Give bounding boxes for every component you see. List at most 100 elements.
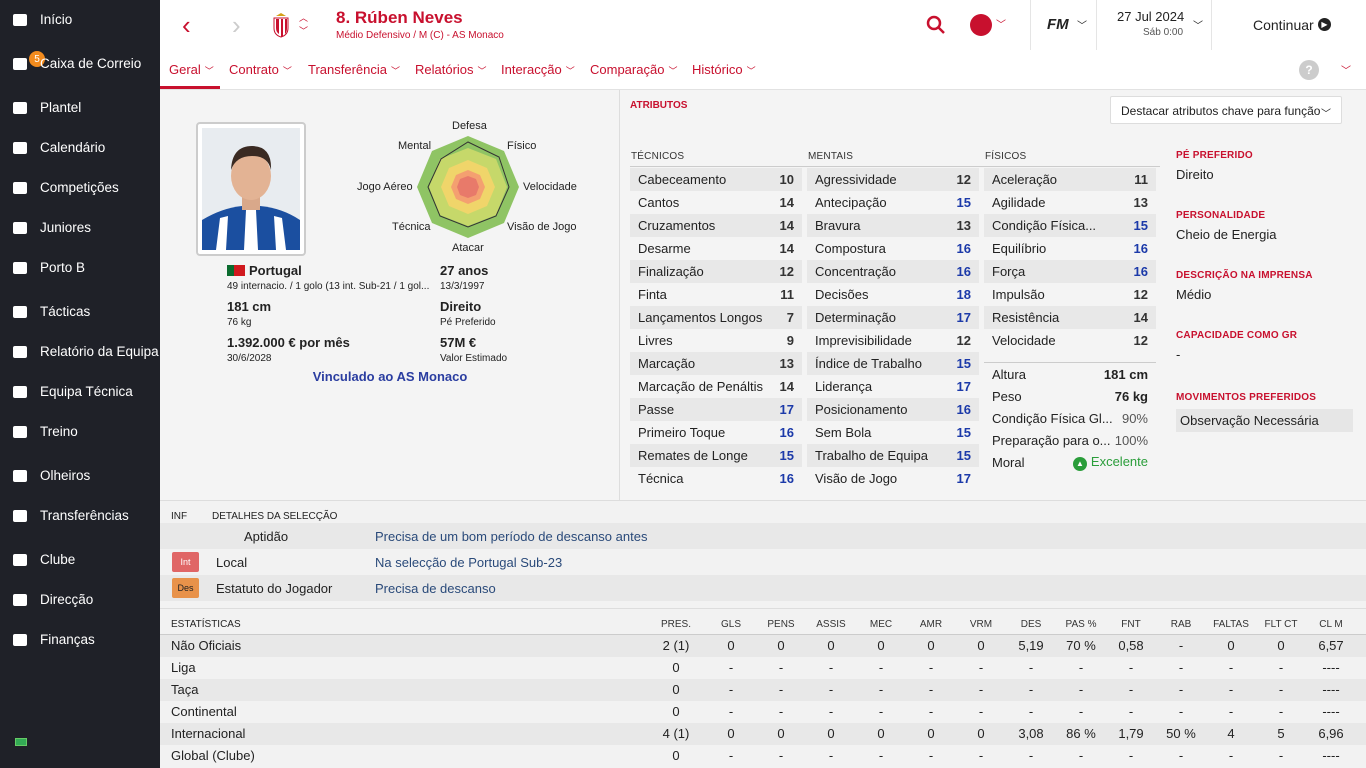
sidebar-item-0[interactable]: Início: [0, 4, 160, 34]
highlight-dropdown[interactable]: Destacar atributos chave para função ﹀: [1110, 96, 1342, 124]
moves-value[interactable]: Observação Necessária: [1176, 409, 1353, 432]
personality-value: Cheio de Energia: [1176, 227, 1277, 242]
sidebar-item-2[interactable]: Plantel: [0, 92, 160, 122]
attribute-row[interactable]: Primeiro Toque 16: [630, 421, 802, 444]
attribute-row[interactable]: Concentração 16: [807, 260, 979, 283]
sidebar-item-15[interactable]: Finanças: [0, 624, 160, 654]
attribute-row[interactable]: Sem Bola 15: [807, 421, 979, 444]
b-team-icon: [10, 259, 30, 277]
sidebar-item-14[interactable]: Direcção: [0, 584, 160, 614]
attribute-row[interactable]: Bravura 13: [807, 214, 979, 237]
sidebar-item-1[interactable]: 5 Caixa de Correio: [0, 48, 160, 78]
tab-2[interactable]: Transferência ﹀: [308, 62, 400, 77]
attribute-row[interactable]: Desarme 14: [630, 237, 802, 260]
tab-4[interactable]: Interacção ﹀: [501, 62, 575, 77]
attribute-row[interactable]: Índice de Trabalho 15: [807, 352, 979, 375]
attribute-row[interactable]: Velocidade 12: [984, 329, 1156, 352]
attribute-value: 16: [956, 264, 971, 279]
attribute-row[interactable]: Liderança 17: [807, 375, 979, 398]
stats-column-header[interactable]: GLS: [706, 619, 756, 630]
attribute-row[interactable]: Visão de Jogo 17: [807, 467, 979, 490]
attribute-row[interactable]: Marcação 13: [630, 352, 802, 375]
attribute-row[interactable]: Cruzamentos 14: [630, 214, 802, 237]
back-icon[interactable]: ‹: [182, 12, 191, 38]
tab-0[interactable]: Geral ﹀: [169, 62, 214, 77]
stats-column-header[interactable]: AMR: [906, 619, 956, 630]
sidebar-item-8[interactable]: Relatório da Equipa: [0, 336, 160, 366]
sidebar-item-9[interactable]: Equipa Técnica: [0, 376, 160, 406]
attribute-row[interactable]: Trabalho de Equipa 15: [807, 444, 979, 467]
club-crest-icon[interactable]: [273, 12, 289, 38]
stats-column-header[interactable]: MEC: [856, 619, 906, 630]
forward-icon[interactable]: ›: [232, 12, 241, 38]
attribute-row[interactable]: Remates de Longe 15: [630, 444, 802, 467]
attribute-row[interactable]: Resistência 14: [984, 306, 1156, 329]
tab-3[interactable]: Relatórios ﹀: [415, 62, 487, 77]
help-icon[interactable]: ?: [1299, 60, 1319, 80]
attribute-name: Aceleração: [992, 172, 1058, 187]
sidebar-item-5[interactable]: Juniores: [0, 212, 160, 242]
sidebar-item-label: Calendário: [40, 139, 106, 155]
attribute-row[interactable]: Passe 17: [630, 398, 802, 421]
attribute-row[interactable]: Finta 11: [630, 283, 802, 306]
globe-chevron-icon[interactable]: ﹀: [996, 16, 1006, 31]
globe-icon[interactable]: [970, 14, 992, 36]
attribute-row[interactable]: Posicionamento 16: [807, 398, 979, 421]
stats-column-header[interactable]: PRES.: [651, 619, 701, 630]
attribute-row[interactable]: Imprevisibilidade 12: [807, 329, 979, 352]
search-icon[interactable]: [926, 15, 946, 35]
tab-5[interactable]: Comparação ﹀: [590, 62, 677, 77]
attribute-row[interactable]: Equilíbrio 16: [984, 237, 1156, 260]
stats-column-header[interactable]: ASSIS: [806, 619, 856, 630]
player-title: 8. Rúben Neves: [336, 8, 463, 27]
player-switch-icon[interactable]: ︿ ﹀: [299, 12, 308, 38]
sidebar-item-10[interactable]: Treino: [0, 416, 160, 446]
sidebar-item-4[interactable]: Competições: [0, 172, 160, 202]
attribute-row[interactable]: Cantos 14: [630, 191, 802, 214]
sidebar-item-11[interactable]: Olheiros: [0, 460, 160, 490]
page-menu-chevron-icon[interactable]: ﹀: [1341, 62, 1351, 77]
tab-1[interactable]: Contrato ﹀: [229, 62, 292, 77]
attribute-row[interactable]: Agressividade 12: [807, 168, 979, 191]
attribute-row[interactable]: Força 16: [984, 260, 1156, 283]
continue-button[interactable]: Continuar ▶: [1212, 0, 1366, 50]
attribute-row[interactable]: Condição Física... 15: [984, 214, 1156, 237]
attribute-row[interactable]: Compostura 16: [807, 237, 979, 260]
attribute-row[interactable]: Aceleração 11: [984, 168, 1156, 191]
stats-row: Global (Clube) 0- - - - - - - - - - - - ----: [160, 745, 1366, 767]
attribute-row[interactable]: Lançamentos Longos 7: [630, 306, 802, 329]
fm-menu-button[interactable]: FM ﹀: [1030, 0, 1096, 50]
attribute-row[interactable]: Impulsão 12: [984, 283, 1156, 306]
stats-column-header[interactable]: VRM: [956, 619, 1006, 630]
attribute-row[interactable]: Determinação 17: [807, 306, 979, 329]
stats-cell: -: [1228, 748, 1234, 763]
attribute-row[interactable]: Antecipação 15: [807, 191, 979, 214]
keyboard-icon[interactable]: [15, 738, 27, 746]
tab-6[interactable]: Histórico ﹀: [692, 62, 756, 77]
date-display[interactable]: 27 Jul 2024 Sáb 0:00 ﹀: [1096, 0, 1212, 50]
club-link[interactable]: Vinculado ao AS Monaco: [160, 369, 620, 384]
sidebar-item-6[interactable]: Porto B: [0, 252, 160, 282]
attribute-row[interactable]: Agilidade 13: [984, 191, 1156, 214]
stats-cell: -: [728, 660, 734, 675]
attribute-row[interactable]: Finalização 12: [630, 260, 802, 283]
stats-column-header[interactable]: PAS %: [1056, 619, 1106, 630]
attribute-row[interactable]: Marcação de Penáltis 14: [630, 375, 802, 398]
attribute-row[interactable]: Livres 9: [630, 329, 802, 352]
stats-column-header[interactable]: CL M: [1306, 619, 1356, 630]
stats-column-header[interactable]: FLT CT: [1256, 619, 1306, 630]
sidebar-item-12[interactable]: Transferências: [0, 500, 160, 530]
sidebar-item-7[interactable]: Tácticas: [0, 296, 160, 326]
attribute-row[interactable]: Técnica 16: [630, 467, 802, 490]
stats-column-header[interactable]: DES: [1006, 619, 1056, 630]
stats-cell: -: [978, 660, 984, 675]
stats-column-header[interactable]: FALTAS: [1206, 619, 1256, 630]
sidebar-item-13[interactable]: Clube: [0, 544, 160, 574]
stats-column-header[interactable]: RAB: [1156, 619, 1206, 630]
sidebar-item-3[interactable]: Calendário: [0, 132, 160, 162]
attribute-row[interactable]: Decisões 18: [807, 283, 979, 306]
attribute-row[interactable]: Cabeceamento 10: [630, 168, 802, 191]
stats-column-header[interactable]: PENS: [756, 619, 806, 630]
nationality[interactable]: Portugal: [249, 263, 302, 278]
stats-column-header[interactable]: FNT: [1106, 619, 1156, 630]
